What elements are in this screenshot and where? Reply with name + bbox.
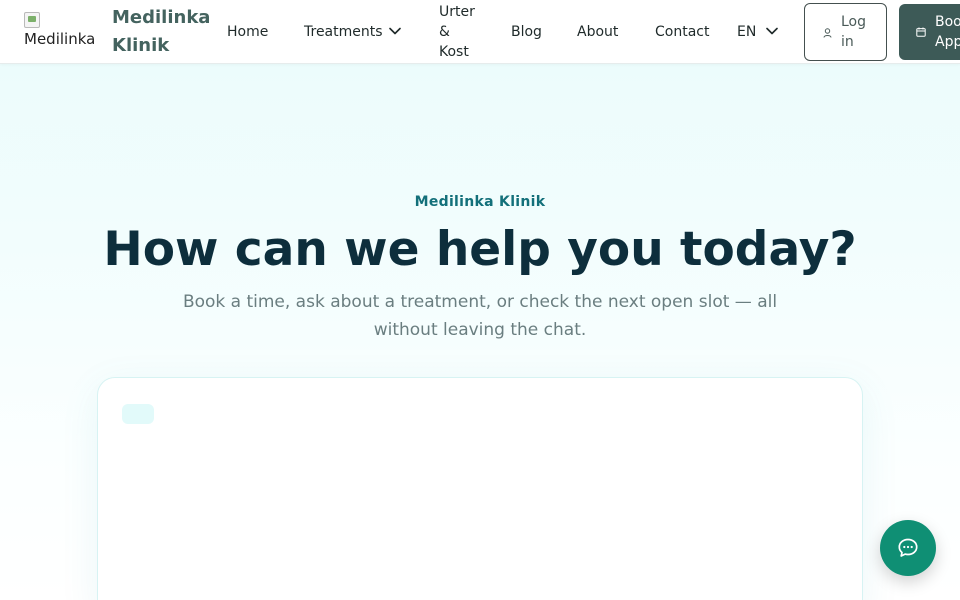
page: Medilinka Medilinka Klinik Home Treatmen…: [0, 0, 960, 600]
chat-fab-button[interactable]: [880, 520, 936, 576]
nav-about[interactable]: About: [577, 22, 618, 42]
logo-alt-text: Medilinka: [24, 30, 96, 48]
chevron-down-icon: [388, 27, 401, 35]
chevron-down-icon: [766, 27, 779, 35]
logo-image[interactable]: Medilinka: [24, 12, 102, 52]
hero-title: How can we help you today?: [103, 222, 857, 277]
site-header: Medilinka Medilinka Klinik Home Treatmen…: [0, 0, 960, 64]
nav-blog[interactable]: Blog: [511, 22, 542, 42]
language-selector[interactable]: EN: [737, 22, 779, 42]
nav-contact[interactable]: Contact: [655, 22, 709, 42]
language-label: EN: [737, 24, 757, 40]
hero-subtitle: Book a time, ask about a treatment, or c…: [182, 292, 778, 340]
nav-urter-kost[interactable]: Urter & Kost: [439, 2, 479, 62]
chat-bubble-icon: [898, 538, 918, 557]
brand-name[interactable]: Medilinka Klinik: [112, 4, 222, 60]
book-appointment-label: Book Appointment: [935, 14, 960, 50]
login-label: Log in: [841, 14, 867, 50]
hero-eyebrow: Medilinka Klinik: [414, 194, 546, 210]
calendar-icon: [916, 27, 926, 37]
chat-loading-placeholder: [122, 404, 154, 424]
nav-home[interactable]: Home: [227, 22, 268, 42]
user-icon: [823, 28, 832, 38]
login-button[interactable]: Log in: [804, 3, 887, 61]
broken-image-icon: [24, 12, 40, 28]
nav-treatments[interactable]: Treatments: [304, 22, 401, 42]
chat-widget-card[interactable]: [97, 377, 863, 600]
nav-treatments-label: Treatments: [304, 24, 383, 40]
book-appointment-button[interactable]: Book Appointment: [899, 4, 960, 60]
